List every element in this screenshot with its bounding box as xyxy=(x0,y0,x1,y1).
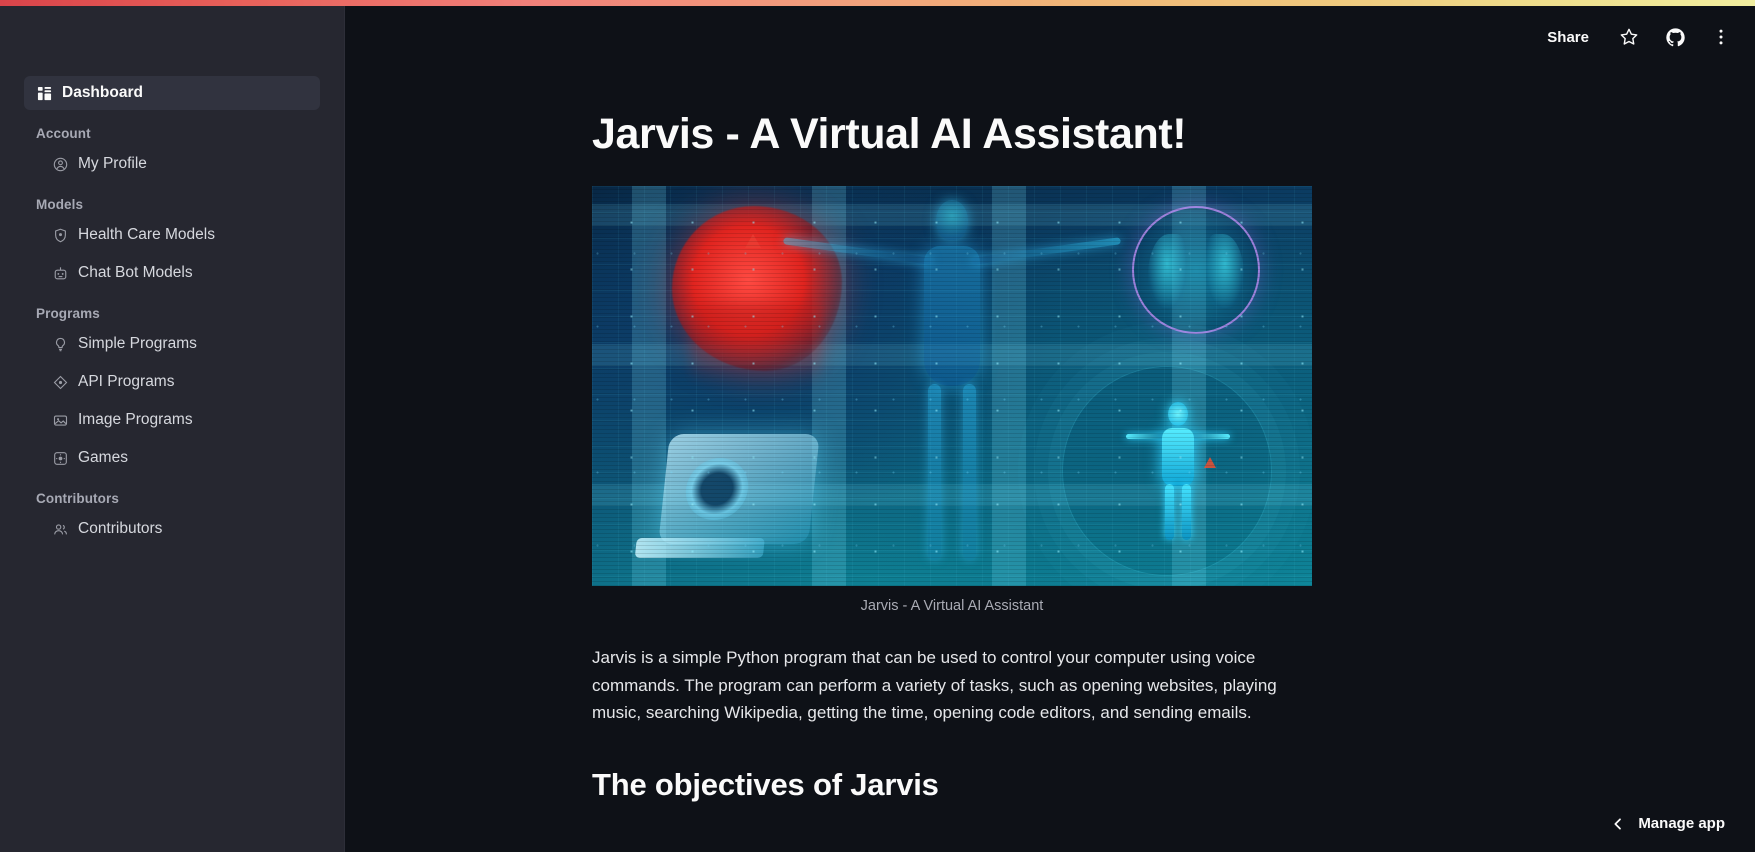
sidebar-item-chat-bot-models[interactable]: Chat Bot Models xyxy=(40,256,320,290)
intro-paragraph: Jarvis is a simple Python program that c… xyxy=(592,648,1277,723)
sidebar-item-contributors[interactable]: Contributors xyxy=(40,512,320,546)
sidebar-item-label: Chat Bot Models xyxy=(78,264,193,282)
sidebar-group-models: Models xyxy=(36,197,84,212)
shield-icon xyxy=(52,227,68,243)
manage-app-button[interactable]: Manage app xyxy=(1602,809,1733,838)
sidebar-group-contributors: Contributors xyxy=(36,491,119,506)
sidebar-item-image-programs[interactable]: Image Programs xyxy=(40,403,320,437)
hero-caption: Jarvis - A Virtual AI Assistant xyxy=(860,598,1044,615)
section-heading-objectives: The objectives of Jarvis xyxy=(592,766,939,802)
sidebar-item-label: Simple Programs xyxy=(78,335,197,353)
sidebar-item-health-care-models[interactable]: Health Care Models xyxy=(40,218,320,252)
sidebar-item-label: API Programs xyxy=(78,373,175,391)
hero-image-medical-ai xyxy=(592,186,1312,587)
top-progress-bar xyxy=(0,0,1755,6)
star-icon[interactable] xyxy=(1617,25,1641,49)
gamepad-icon xyxy=(52,450,68,466)
sidebar-group-account: Account xyxy=(36,126,91,141)
share-button[interactable]: Share xyxy=(1541,25,1595,50)
content-column: Jarvis - A Virtual AI Assistant! Jarvis … xyxy=(592,6,1328,803)
app-toolbar: Share xyxy=(1295,6,1755,68)
sidebar-item-my-profile[interactable]: My Profile xyxy=(40,147,320,181)
user-circle-icon xyxy=(52,156,68,172)
lightbulb-icon xyxy=(52,336,68,352)
sidebar-item-api-programs[interactable]: API Programs xyxy=(40,365,320,399)
sidebar-item-label: Contributors xyxy=(78,520,163,538)
diamond-move-icon xyxy=(52,374,68,390)
sidebar-item-label: Health Care Models xyxy=(78,226,215,244)
sidebar-item-label: My Profile xyxy=(78,155,147,173)
hero-scanline-overlay xyxy=(592,186,1312,587)
github-icon[interactable] xyxy=(1663,25,1687,49)
dashboard-icon xyxy=(36,85,52,101)
image-icon xyxy=(52,412,68,428)
manage-app-label: Manage app xyxy=(1638,815,1725,832)
sidebar: Dashboard Account My Profile Models Heal… xyxy=(0,6,345,852)
sidebar-item-simple-programs[interactable]: Simple Programs xyxy=(40,327,320,361)
sidebar-group-programs: Programs xyxy=(36,306,100,321)
users-icon xyxy=(52,521,68,537)
sidebar-item-label: Games xyxy=(78,449,128,467)
main-content: Jarvis - A Virtual AI Assistant! Jarvis … xyxy=(345,6,1755,852)
sidebar-item-label: Dashboard xyxy=(62,84,143,102)
chevron-left-icon xyxy=(1610,816,1626,832)
sidebar-item-games[interactable]: Games xyxy=(40,441,320,475)
kebab-menu-icon[interactable] xyxy=(1709,25,1733,49)
sidebar-item-dashboard[interactable]: Dashboard xyxy=(24,76,320,110)
page-title: Jarvis - A Virtual AI Assistant! xyxy=(592,110,1187,158)
sidebar-item-label: Image Programs xyxy=(78,411,193,429)
hero-figure: Jarvis - A Virtual AI Assistant xyxy=(592,186,1312,614)
robot-icon xyxy=(52,265,68,281)
